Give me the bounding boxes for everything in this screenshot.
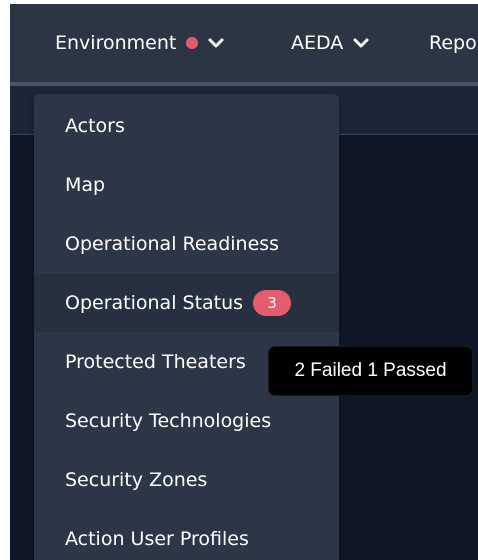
- menu-item-action-user-profiles[interactable]: Action User Profiles: [34, 509, 339, 560]
- menu-item-operational-status[interactable]: Operational Status 3: [34, 273, 339, 332]
- menu-item-operational-readiness[interactable]: Operational Readiness: [34, 214, 339, 273]
- chevron-down-icon: [353, 37, 369, 49]
- nav-item-repo[interactable]: Repo: [429, 4, 477, 82]
- menu-item-label: Protected Theaters: [65, 350, 246, 373]
- status-tooltip: 2 Failed 1 Passed: [268, 346, 473, 396]
- nav-item-label: AEDA: [291, 32, 344, 54]
- nav-item-environment[interactable]: Environment: [55, 4, 224, 82]
- menu-item-label: Actors: [65, 114, 125, 137]
- menu-item-map[interactable]: Map: [34, 155, 339, 214]
- nav-item-label: Repo: [429, 32, 477, 54]
- nav-item-label: Environment: [55, 32, 177, 54]
- menu-item-security-technologies[interactable]: Security Technologies: [34, 391, 339, 450]
- nav-item-aeda[interactable]: AEDA: [291, 4, 369, 82]
- count-badge: 3: [253, 289, 292, 316]
- app-window: Environment AEDA Repo Actors Map Operati…: [10, 4, 478, 560]
- environment-dropdown-menu: Actors Map Operational Readiness Operati…: [34, 94, 339, 560]
- menu-item-label: Action User Profiles: [65, 527, 249, 550]
- top-navigation-bar: Environment AEDA Repo: [10, 4, 478, 82]
- menu-item-actors[interactable]: Actors: [34, 96, 339, 155]
- alert-dot-icon: [186, 37, 199, 49]
- menu-item-label: Map: [65, 173, 106, 196]
- menu-item-label: Operational Readiness: [65, 232, 280, 255]
- menu-item-security-zones[interactable]: Security Zones: [34, 450, 339, 509]
- tooltip-text: 2 Failed 1 Passed: [294, 360, 447, 381]
- menu-item-label: Security Technologies: [65, 409, 272, 432]
- menu-item-label: Operational Status: [65, 291, 244, 314]
- chevron-down-icon: [208, 37, 224, 49]
- menu-item-label: Security Zones: [65, 468, 208, 491]
